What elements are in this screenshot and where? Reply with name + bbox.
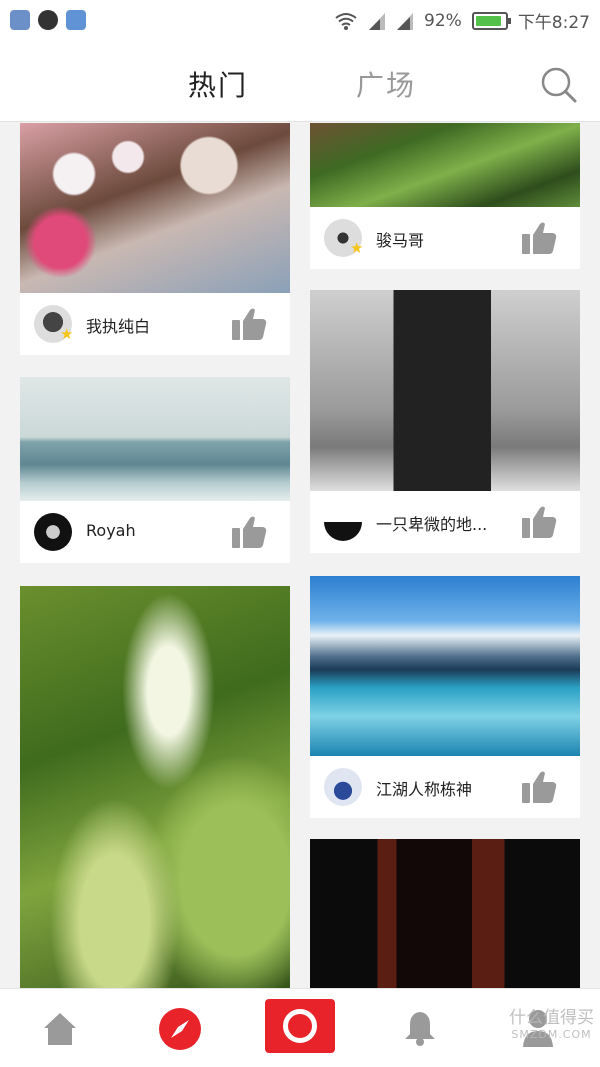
home-icon[interactable] bbox=[42, 1011, 78, 1047]
thumbs-up-icon[interactable] bbox=[230, 514, 268, 550]
thumbs-up-icon[interactable] bbox=[520, 504, 558, 540]
dark-doorway-photo[interactable] bbox=[310, 839, 580, 988]
card-info: ★ 我执纯白 bbox=[20, 293, 290, 355]
wifi-icon bbox=[335, 12, 357, 30]
username[interactable]: 一只卑微的地... bbox=[376, 511, 487, 535]
feed-card[interactable] bbox=[310, 839, 580, 988]
feed-card[interactable] bbox=[20, 586, 290, 988]
thumbs-up-icon[interactable] bbox=[520, 769, 558, 805]
old-door-photo[interactable] bbox=[310, 290, 580, 491]
signal-icon bbox=[369, 12, 386, 30]
discover-icon[interactable] bbox=[158, 1007, 202, 1051]
tab-square[interactable]: 广场 bbox=[356, 64, 416, 104]
bottom-nav: 什么值得买 SMZDM.COM bbox=[0, 988, 600, 1067]
card-info: ★ 骏马哥 bbox=[310, 207, 580, 269]
username[interactable]: 骏马哥 bbox=[376, 227, 424, 251]
username[interactable]: 江湖人称栋神 bbox=[376, 776, 472, 800]
feed-card[interactable]: Royah bbox=[20, 377, 290, 563]
star-badge-icon: ★ bbox=[60, 325, 74, 343]
cherry-blossom-photo[interactable] bbox=[20, 123, 290, 293]
clock: 下午8:27 bbox=[517, 13, 590, 33]
top-header: 热门 广场 bbox=[0, 42, 600, 122]
battery-icon bbox=[471, 11, 511, 30]
thumbs-up-icon[interactable] bbox=[230, 306, 268, 342]
card-info: Royah bbox=[20, 501, 290, 563]
signal-icon-2 bbox=[397, 12, 414, 30]
bell-icon[interactable] bbox=[402, 1009, 438, 1047]
avatar[interactable] bbox=[34, 513, 72, 551]
mountain-lake-photo[interactable] bbox=[310, 576, 580, 756]
username[interactable]: 我执纯白 bbox=[86, 313, 150, 337]
qq-notification-icon bbox=[38, 10, 58, 30]
trees-photo[interactable] bbox=[310, 123, 580, 207]
camera-button[interactable] bbox=[265, 999, 335, 1053]
feed-card[interactable]: 一只卑微的地... bbox=[310, 290, 580, 553]
tab-hot[interactable]: 热门 bbox=[188, 64, 248, 104]
star-badge-icon: ★ bbox=[350, 239, 364, 257]
message-notification-icon bbox=[66, 10, 86, 30]
card-info: 江湖人称栋神 bbox=[310, 756, 580, 818]
search-icon[interactable] bbox=[540, 66, 578, 104]
card-info: 一只卑微的地... bbox=[310, 491, 580, 553]
sea-seagull-photo[interactable] bbox=[20, 377, 290, 502]
photo-feed[interactable]: ★ 我执纯白 Royah ★ 骏马哥 一只卑微的地... 江湖人称栋神 bbox=[0, 123, 600, 988]
status-bar: 92% 下午8:27 bbox=[0, 0, 600, 42]
watermark: 什么值得买 SMZDM.COM bbox=[509, 1003, 594, 1041]
avatar[interactable] bbox=[324, 503, 362, 541]
gallery-notification-icon bbox=[10, 10, 30, 30]
feed-card[interactable]: 江湖人称栋神 bbox=[310, 576, 580, 818]
feed-card[interactable]: ★ 骏马哥 bbox=[310, 123, 580, 269]
camera-ring-icon bbox=[283, 1009, 317, 1043]
watermark-name: 什么值得买 bbox=[509, 1008, 594, 1028]
thumbs-up-icon[interactable] bbox=[520, 220, 558, 256]
feed-card[interactable]: ★ 我执纯白 bbox=[20, 123, 290, 355]
battery-percent: 92% bbox=[424, 10, 462, 31]
username[interactable]: Royah bbox=[86, 521, 136, 540]
watermark-url: SMZDM.COM bbox=[511, 1028, 592, 1041]
avatar[interactable] bbox=[324, 768, 362, 806]
dandelion-photo[interactable] bbox=[20, 586, 290, 988]
